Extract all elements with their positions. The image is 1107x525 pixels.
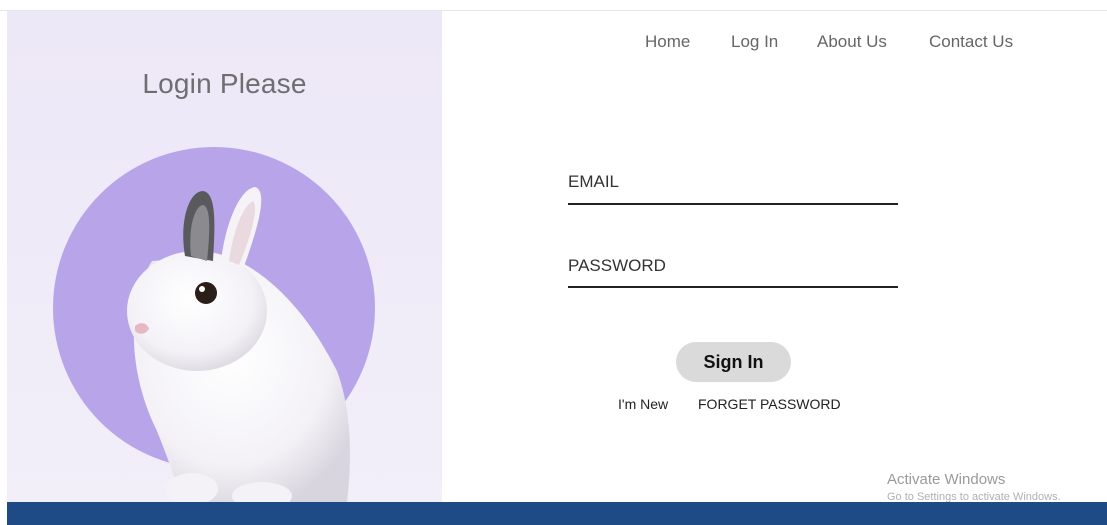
- nav-home-link[interactable]: Home: [645, 32, 690, 52]
- sign-in-button[interactable]: Sign In: [676, 342, 791, 382]
- activate-windows-watermark: Activate Windows Go to Settings to activ…: [887, 471, 1061, 503]
- email-field[interactable]: EMAIL: [568, 172, 898, 205]
- nav-contact-link[interactable]: Contact Us: [929, 32, 1013, 52]
- password-underline: [568, 286, 898, 288]
- password-label: PASSWORD: [568, 256, 666, 275]
- email-underline: [568, 203, 898, 205]
- left-panel: Login Please: [7, 11, 442, 502]
- nav-about-link[interactable]: About Us: [817, 32, 887, 52]
- login-please-heading: Login Please: [142, 68, 307, 99]
- watermark-title: Activate Windows: [887, 471, 1006, 488]
- top-divider: [0, 0, 1107, 11]
- email-label: EMAIL: [568, 172, 620, 191]
- footer-bar: [7, 502, 1107, 525]
- forgot-password-link[interactable]: FORGET PASSWORD: [698, 396, 841, 412]
- nav-login-link[interactable]: Log In: [731, 32, 778, 52]
- new-user-link[interactable]: I'm New: [618, 396, 668, 412]
- password-field[interactable]: PASSWORD: [568, 256, 898, 288]
